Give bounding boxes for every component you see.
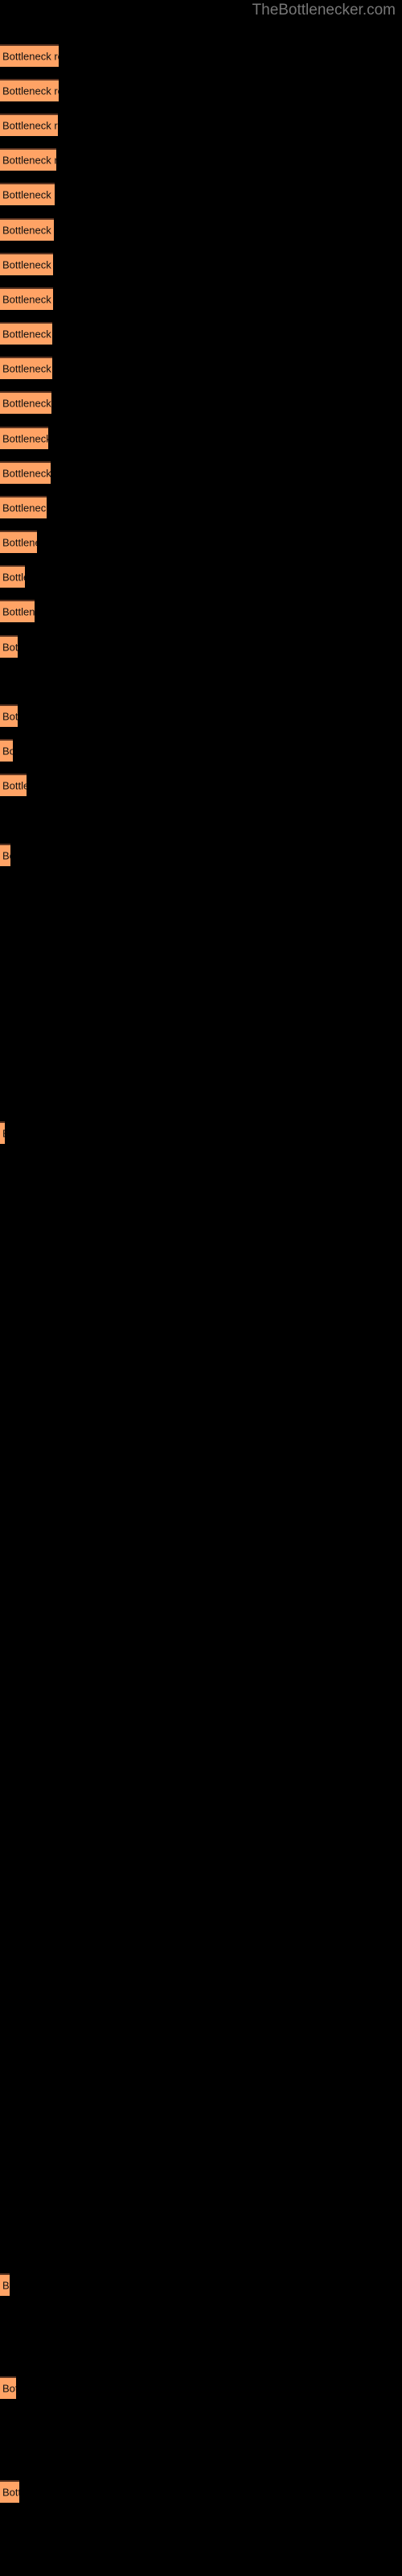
bar-label: Bottleneck result [2,2486,19,2499]
bar-label: Bottleneck result [2,779,27,792]
bar-6: Bottleneck result [0,218,54,241]
bar-label: Bottleneck result [2,536,37,549]
bar-label: Bottleneck result [2,432,48,445]
bar-12: Bottleneck result [0,427,48,449]
bar-label: Bottleneck result [2,362,52,375]
bar-label: Bottleneck result [2,2279,10,2292]
bar-label: Bottleneck result [2,710,18,723]
bar-label: Bottleneck result [2,188,55,201]
bar-1: Bottleneck result [0,44,59,67]
bar-7: Bottleneck result [0,253,53,275]
bar-label: Bottleneck result [2,154,56,167]
bar-5: Bottleneck result [0,183,55,205]
bar-23: Bottleneck result [0,1121,5,1144]
bar-25: Bottleneck result [0,2376,16,2399]
bar-24: Bottleneck result [0,2273,10,2296]
bar-label: Bottleneck result [2,224,54,237]
bar-11: Bottleneck result [0,391,51,414]
bottleneck-bar-chart: TheBottlenecker.com Bottleneck resultBot… [0,0,402,2576]
bar-14: Bottleneck result [0,496,47,518]
bar-10: Bottleneck result [0,357,52,379]
bar-label: Bottleneck result [2,745,13,758]
bar-26: Bottleneck result [0,2480,19,2503]
bar-4: Bottleneck result [0,148,56,171]
bar-label: Bottleneck result [2,397,51,410]
bar-label: Bottleneck result [2,293,53,306]
bar-label: Bottleneck result [2,50,59,63]
bar-13: Bottleneck result [0,461,51,484]
bar-label: Bottleneck result [2,571,25,584]
bar-label: Bottleneck result [2,502,47,514]
bar-label: Bottleneck result [2,119,58,132]
bar-19: Bottleneck result [0,704,18,727]
bar-20: Bottleneck result [0,739,13,762]
bar-label: Bottleneck result [2,328,52,341]
bar-label: Bottleneck result [2,1128,5,1140]
bar-8: Bottleneck result [0,287,53,310]
bar-17: Bottleneck result [0,600,35,622]
bar-16: Bottleneck result [0,565,25,588]
bar-9: Bottleneck result [0,322,52,345]
bar-label: Bottleneck result [2,467,51,480]
bar-18: Bottleneck result [0,635,18,658]
bar-15: Bottleneck result [0,530,37,553]
bar-label: Bottleneck result [2,605,35,618]
bar-label: Bottleneck result [2,85,59,97]
bar-3: Bottleneck result [0,114,58,136]
bar-21: Bottleneck result [0,774,27,796]
bar-label: Bottleneck result [2,2382,16,2395]
bar-label: Bottleneck result [2,258,53,271]
bar-label: Bottleneck result [2,849,10,862]
bar-22: Bottleneck result [0,844,10,866]
bar-label: Bottleneck result [2,641,18,654]
bar-2: Bottleneck result [0,79,59,101]
bar-series: Bottleneck result Bottleneck result Bottle… [0,0,402,2576]
